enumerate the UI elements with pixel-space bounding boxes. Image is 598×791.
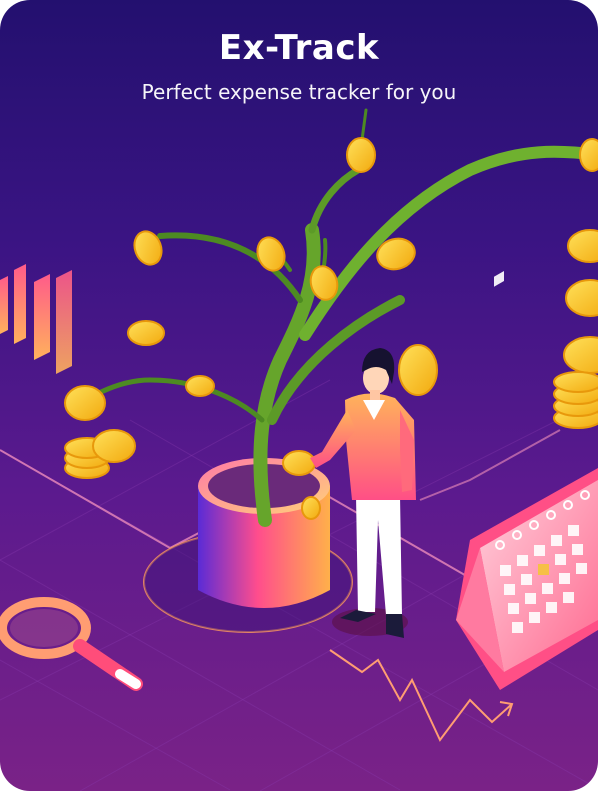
app-title: Ex-Track	[218, 28, 380, 68]
header: Ex-Track Perfect expense tracker for you	[0, 28, 598, 104]
coin-stack-icon	[64, 429, 136, 479]
bar-chart-icon	[0, 264, 72, 374]
calendar-icon	[456, 271, 598, 690]
money-tree-hero-illustration	[0, 108, 598, 791]
magnifier-icon	[0, 597, 143, 691]
onboarding-card: Ex-Track Perfect expense tracker for you	[0, 0, 598, 791]
app-subtitle: Perfect expense tracker for you	[141, 80, 457, 104]
money-tree-icon	[82, 108, 598, 527]
coin-stack-right-icon	[553, 229, 598, 429]
